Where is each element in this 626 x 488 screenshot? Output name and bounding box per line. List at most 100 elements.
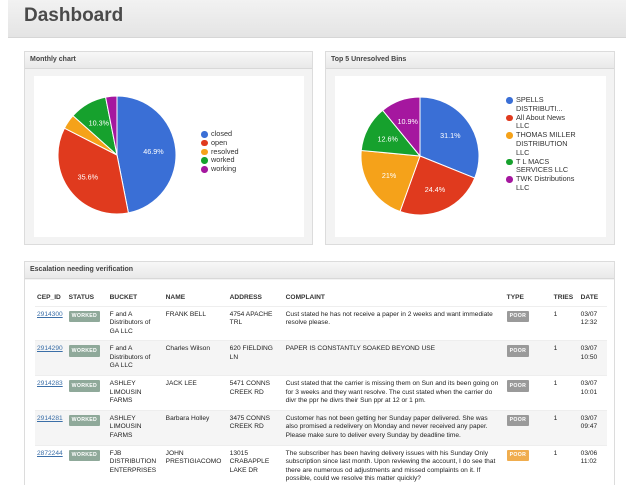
- complaint-cell: Customer has not been getting her Sunday…: [283, 409, 505, 446]
- pie-data-label: 24.4%: [425, 185, 446, 194]
- legend-swatch: [201, 139, 208, 147]
- status-cell: WORKED: [66, 305, 108, 341]
- pie-data-label: 12.6%: [378, 134, 399, 143]
- address-cell: 3475 CONNS CREEK RD: [227, 409, 284, 446]
- legend-label: working: [211, 164, 237, 174]
- bucket-cell: F and A Distributors of GA LLC: [107, 305, 164, 341]
- address-cell: 13015 CRABAPPLE LAKE DR: [227, 444, 284, 488]
- status-badge: WORKED: [68, 449, 101, 462]
- complaint-cell: The subscriber has been having delivery …: [283, 444, 505, 488]
- col-header[interactable]: CEP_ID: [35, 289, 67, 306]
- status-badge: WORKED: [68, 380, 101, 392]
- col-header[interactable]: TRIES: [552, 289, 579, 306]
- name-cell: Barbara Holley: [163, 409, 228, 446]
- legend-item[interactable]: TWK Distributions LLC: [506, 174, 576, 193]
- cep-id-cell: 2914281: [35, 409, 67, 446]
- pie-data-label: 31.1%: [440, 131, 461, 140]
- address-cell: 5471 CONNS CREEK RD: [227, 375, 284, 411]
- legend-label: THOMAS MILLER DISTRIBUTION LLC: [516, 130, 576, 157]
- col-header[interactable]: STATUS: [67, 289, 108, 306]
- col-header[interactable]: BUCKET: [108, 289, 164, 306]
- name-cell: Charles Wilson: [163, 340, 228, 376]
- legend-swatch: [201, 148, 208, 156]
- bucket-cell: ASHLEY LIMOUSIN FARMS: [107, 409, 164, 446]
- type-badge: POOR: [506, 380, 530, 392]
- status-cell: WORKED: [66, 444, 108, 488]
- cep-id-link[interactable]: 2914290: [37, 345, 63, 352]
- status-badge: WORKED: [68, 345, 101, 357]
- monthly-pie-chart: 46.9% 35.6% 10.3%: [57, 95, 177, 215]
- type-badge: POOR: [506, 310, 530, 323]
- cep-id-cell: 2872244: [35, 444, 67, 488]
- legend-item[interactable]: SPELLS DISTRIBUTI...: [506, 95, 576, 114]
- type-badge: POOR: [506, 345, 530, 357]
- table-header-row: CEP_ID STATUS BUCKET NAME ADDRESS COMPLA…: [35, 289, 607, 306]
- col-header[interactable]: DATE: [579, 289, 607, 306]
- date-cell: 03/07 12:32: [578, 305, 607, 341]
- legend-item[interactable]: working: [201, 164, 239, 174]
- page-title: Dashboard: [24, 5, 124, 26]
- col-header[interactable]: TYPE: [505, 289, 552, 306]
- monthly-chart-body: 46.9% 35.6% 10.3% closed open resolved worked…: [34, 76, 304, 237]
- type-cell: POOR: [504, 375, 552, 411]
- name-cell: JOHN PRESTIGIACOMO: [163, 444, 228, 488]
- tries-cell: 1: [551, 444, 579, 488]
- pie-data-label: 35.6%: [78, 173, 99, 182]
- bucket-cell: ASHLEY LIMOUSIN FARMS: [107, 375, 164, 411]
- legend-swatch: [506, 132, 513, 139]
- monthly-chart-title: Monthly chart: [25, 52, 312, 69]
- legend-label: worked: [211, 155, 235, 165]
- tries-cell: 1: [551, 409, 579, 446]
- status-cell: WORKED: [66, 375, 108, 411]
- table-row: 2914290 WORKED F and A Distributors of GA …: [35, 340, 607, 376]
- legend-swatch: [506, 114, 513, 122]
- legend-swatch: [201, 131, 208, 138]
- escalation-panel: Escalation needing verification CEP_ID S…: [24, 261, 615, 488]
- cep-id-link[interactable]: 2914281: [37, 415, 63, 422]
- date-cell: 03/07 10:50: [578, 340, 607, 376]
- name-cell: FRANK BELL: [163, 305, 228, 341]
- col-header[interactable]: COMPLAINT: [284, 289, 505, 306]
- type-cell: POOR: [504, 305, 552, 341]
- legend-item[interactable]: THOMAS MILLER DISTRIBUTION LLC: [506, 130, 576, 157]
- type-badge: POOR: [506, 449, 530, 462]
- type-badge: POOR: [506, 414, 530, 427]
- cep-id-link[interactable]: 2872244: [37, 450, 63, 457]
- legend-label: T L MACS SERVICES LLC: [516, 156, 569, 175]
- status-cell: WORKED: [66, 340, 108, 376]
- type-cell: POOR: [504, 340, 552, 376]
- legend-label: SPELLS DISTRIBUTI...: [516, 95, 563, 113]
- legend-swatch: [506, 97, 513, 104]
- complaint-cell: PAPER IS CONSTANTLY SOAKED BEYOND USE: [283, 340, 505, 376]
- bucket-cell: FJB DISTRIBUTION ENTERPRISES: [107, 444, 164, 488]
- type-cell: POOR: [504, 444, 552, 488]
- escalation-table: CEP_ID STATUS BUCKET NAME ADDRESS COMPLA…: [35, 289, 607, 488]
- page-header: Dashboard: [8, 0, 626, 38]
- cep-id-link[interactable]: 2914283: [37, 380, 63, 387]
- pie-data-label: 10.3%: [89, 119, 110, 128]
- legend-label: open: [211, 137, 228, 147]
- legend-item[interactable]: T L MACS SERVICES LLC: [506, 156, 576, 176]
- bins-chart-body: 31.1% 24.4% 21% 12.6% 10.9% SPELLS DISTRIBUT…: [335, 76, 606, 237]
- col-header[interactable]: NAME: [164, 289, 228, 306]
- status-badge: WORKED: [68, 310, 101, 323]
- address-cell: 620 FIELDING LN: [227, 340, 284, 376]
- date-cell: 03/07 10:01: [578, 375, 607, 411]
- legend-label: resolved: [211, 146, 239, 156]
- legend-item[interactable]: All About News LLC: [506, 113, 576, 132]
- col-header[interactable]: ADDRESS: [228, 289, 284, 306]
- legend-label: closed: [211, 129, 233, 138]
- tries-cell: 1: [551, 305, 579, 341]
- date-cell: 03/06 11:02: [578, 444, 607, 488]
- cep-id-cell: 2914290: [35, 340, 67, 376]
- complaint-cell: Cust stated that the carrier is missing …: [283, 375, 505, 411]
- address-cell: 4754 APACHE TRL: [227, 305, 284, 341]
- cep-id-link[interactable]: 2914300: [37, 311, 63, 318]
- status-badge: WORKED: [68, 414, 101, 427]
- table-row: 2914281 WORKED ASHLEY LIMOUSIN FARMS Barbar…: [35, 409, 607, 446]
- name-cell: JACK LEE: [163, 375, 228, 411]
- monthly-chart-panel: Monthly chart 46.9% 35.6% 10.3% closed open…: [24, 51, 313, 245]
- cep-id-cell: 2914283: [35, 375, 67, 411]
- legend-swatch: [506, 176, 513, 183]
- legend-swatch: [506, 158, 513, 166]
